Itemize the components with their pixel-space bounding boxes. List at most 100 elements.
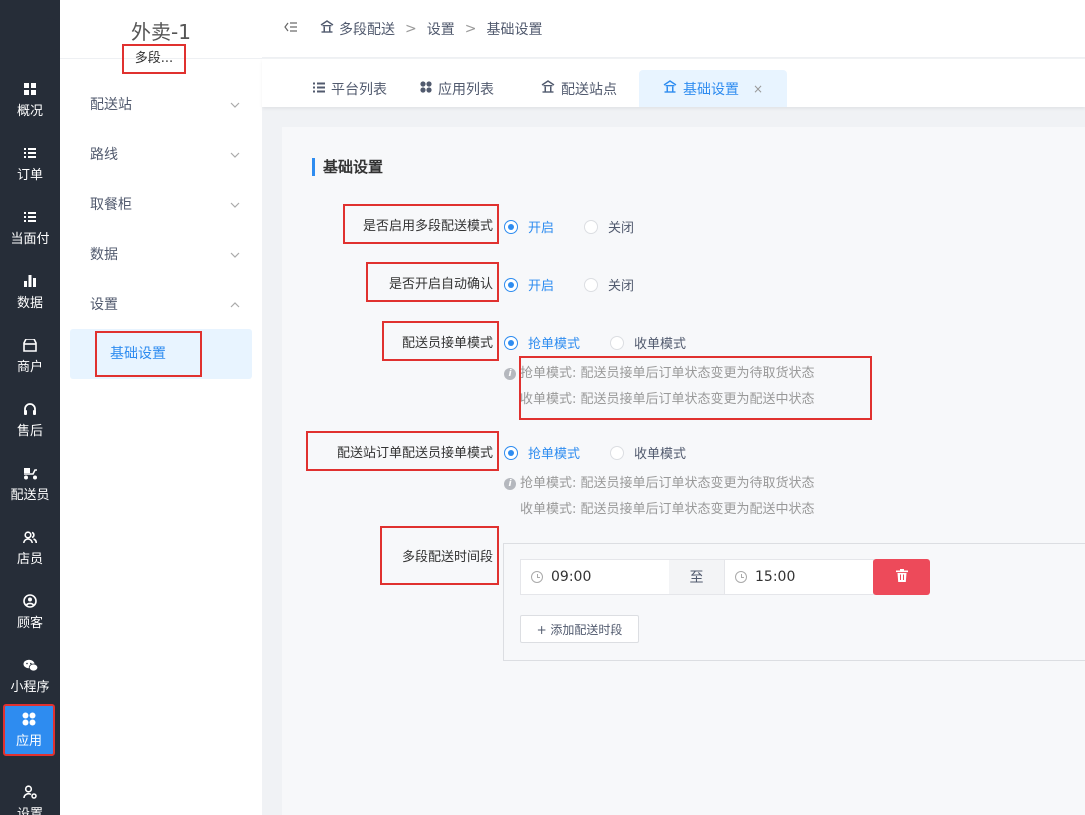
radio-dot — [584, 219, 599, 234]
nav-item-label: 小程序 — [10, 680, 50, 695]
auto-confirm-radio-group: 开启 关闭 — [504, 275, 664, 294]
radio-dot — [584, 277, 599, 292]
range-separator: 至 — [669, 559, 724, 595]
radio-label: 开启 — [528, 279, 555, 294]
radio-dot — [504, 445, 518, 460]
main-nav-rail: 概况 订单 当面付 数据 商户 售后 配送员 店员 顾客 小程序 应用 设置 — [0, 0, 64, 815]
courier-mode-grab-radio[interactable]: 抢单模式 — [504, 333, 580, 352]
grid-icon — [22, 81, 38, 97]
home-icon — [541, 80, 555, 97]
nav-item-facepay[interactable]: 当面付 — [0, 197, 60, 259]
multi-mode-on-radio[interactable]: 开启 — [504, 217, 554, 236]
nav-item-data[interactable]: 数据 — [0, 261, 60, 323]
nav-item-merchant[interactable]: 商户 — [0, 325, 60, 387]
station-mode-radio-group: 抢单模式 收单模式 — [504, 443, 716, 462]
users-icon — [22, 529, 38, 545]
nav-item-miniprogram[interactable]: 小程序 — [0, 645, 60, 707]
nav-item-label: 配送员 — [10, 488, 50, 503]
nav-item-orders[interactable]: 订单 — [0, 133, 60, 195]
station-mode-grab-radio[interactable]: 抢单模式 — [504, 443, 580, 462]
menu-group-label: 配送站 — [90, 97, 132, 113]
menu-group-label: 数据 — [90, 247, 118, 263]
delete-slot-button[interactable] — [873, 559, 930, 595]
courier-mode-assign-radio[interactable]: 收单模式 — [610, 333, 686, 352]
tab-label: 配送站点 — [561, 81, 617, 98]
close-icon[interactable]: × — [753, 82, 763, 96]
menu-collapse-icon[interactable] — [284, 21, 298, 37]
wechat-icon — [22, 657, 38, 673]
top-header: 多段配送 > 设置 > 基础设置 — [262, 0, 1085, 58]
breadcrumb-item[interactable]: 多段配送 — [339, 19, 395, 39]
chevron-down-icon — [230, 148, 240, 161]
menu-group-locker[interactable]: 取餐柜 — [90, 189, 240, 219]
hint-line: 收单模式: 配送员接单后订单状态变更为配送中状态 — [520, 502, 815, 517]
auto-confirm-on-radio[interactable]: 开启 — [504, 275, 554, 294]
chevron-down-icon — [230, 248, 240, 261]
start-time-input[interactable]: 09:00 — [520, 559, 670, 595]
clock-icon — [531, 571, 543, 583]
tab-bar: 平台列表 应用列表 配送站点 基础设置 × — [262, 59, 1085, 107]
time-slots-panel: 09:00 至 15:00 + 添加配送时段 — [503, 543, 1085, 661]
home-icon — [320, 20, 334, 37]
end-time-value: 15:00 — [755, 569, 796, 585]
tab-delivery-stations[interactable]: 配送站点 — [541, 70, 617, 107]
nav-item-customer[interactable]: 顾客 — [0, 581, 60, 643]
menu-group-data[interactable]: 数据 — [90, 239, 240, 269]
menu-group-station[interactable]: 配送站 — [90, 89, 240, 119]
nav-item-label: 应用 — [15, 734, 42, 749]
nav-item-overview[interactable]: 概况 — [0, 69, 60, 131]
radio-label: 关闭 — [608, 221, 635, 236]
auto-confirm-off-radio[interactable]: 关闭 — [584, 275, 634, 294]
multi-mode-off-radio[interactable]: 关闭 — [584, 217, 634, 236]
list-icon — [22, 145, 38, 161]
nav-item-courier[interactable]: 配送员 — [0, 453, 60, 515]
clock-icon — [735, 571, 747, 583]
chevron-up-icon — [230, 298, 240, 311]
nav-item-label: 商户 — [16, 360, 43, 375]
scooter-icon — [22, 465, 38, 481]
app-subtitle[interactable]: 多段... — [122, 44, 186, 74]
multi-mode-label: 是否启用多段配送模式 — [343, 204, 499, 244]
tab-label: 应用列表 — [438, 81, 494, 98]
nav-item-label: 顾客 — [16, 616, 43, 631]
nav-item-label: 店员 — [16, 552, 43, 567]
station-mode-hint: i 抢单模式: 配送员接单后订单状态变更为待取货状态 收单模式: 配送员接单后订单… — [504, 471, 815, 523]
radio-label: 收单模式 — [634, 337, 687, 352]
trash-icon — [895, 568, 908, 586]
section-title: 基础设置 — [312, 158, 383, 176]
headset-icon — [22, 401, 38, 417]
breadcrumb: 多段配送 > 设置 > 基础设置 — [320, 19, 542, 39]
breadcrumb-item[interactable]: 设置 — [427, 19, 455, 39]
menu-group-settings[interactable]: 设置 — [90, 289, 240, 319]
tab-app-list[interactable]: 应用列表 — [420, 70, 494, 107]
tab-basic-settings[interactable]: 基础设置 × — [639, 70, 788, 107]
nav-item-label: 售后 — [16, 424, 43, 439]
end-time-input[interactable]: 15:00 — [724, 559, 874, 595]
secondary-menu: 外卖-1 多段... 配送站 路线 取餐柜 数据 设置 基础设置 — [60, 0, 262, 815]
time-slots-label: 多段配送时间段 — [380, 526, 499, 585]
menu-group-label: 设置 — [90, 297, 118, 313]
store-icon — [22, 337, 38, 353]
tab-platform-list[interactable]: 平台列表 — [313, 70, 387, 107]
nav-item-apps[interactable]: 应用 — [3, 704, 55, 756]
nav-item-label: 数据 — [16, 296, 43, 311]
menu-group-label: 路线 — [90, 147, 118, 163]
hint-highlight-box — [519, 356, 872, 420]
list-icon — [22, 209, 38, 225]
menu-group-route[interactable]: 路线 — [90, 139, 240, 169]
radio-label: 关闭 — [608, 279, 635, 294]
menu-item-basic-settings[interactable]: 基础设置 — [95, 331, 202, 377]
radio-label: 收单模式 — [634, 447, 687, 462]
radio-dot — [610, 445, 625, 460]
apps-icon — [420, 80, 432, 97]
nav-item-aftersale[interactable]: 售后 — [0, 389, 60, 451]
user-gear-icon — [22, 784, 38, 800]
chevron-down-icon — [230, 198, 240, 211]
nav-item-label: 订单 — [16, 168, 43, 183]
nav-item-staff[interactable]: 店员 — [0, 517, 60, 579]
radio-label: 抢单模式 — [528, 447, 581, 462]
station-mode-assign-radio[interactable]: 收单模式 — [610, 443, 686, 462]
nav-item-settings[interactable]: 设置 — [0, 772, 60, 815]
nav-item-label: 设置 — [16, 807, 43, 815]
add-time-slot-button[interactable]: + 添加配送时段 — [520, 615, 639, 643]
